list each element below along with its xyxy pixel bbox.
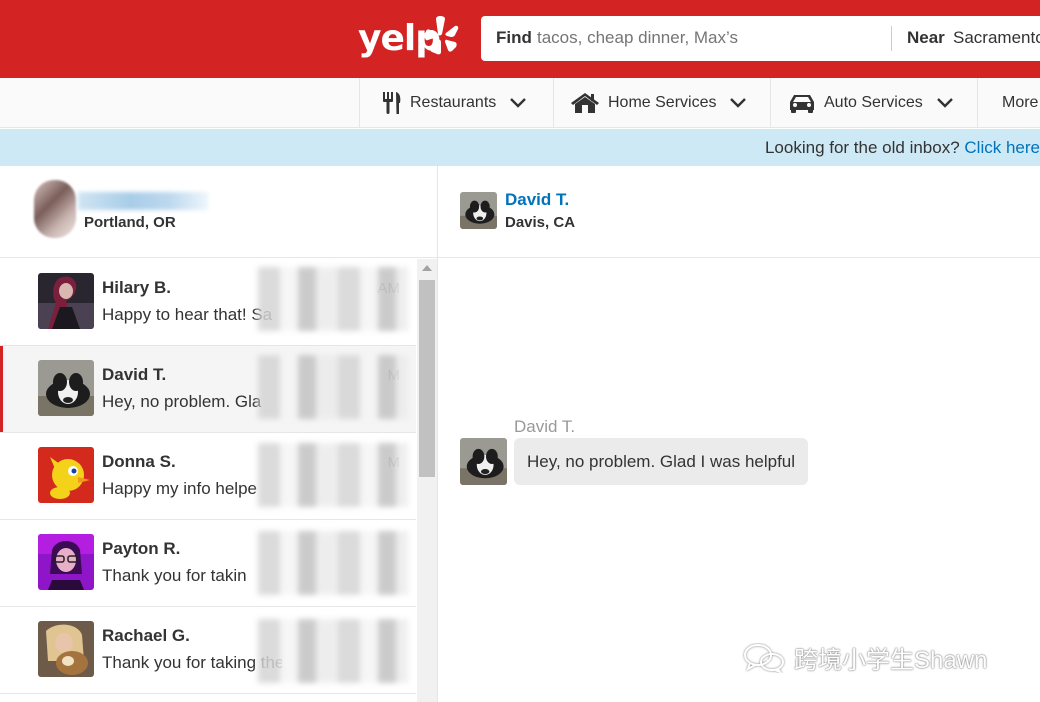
category-more[interactable]: More [977, 78, 1040, 128]
conversation-snippet: Thank you for taking the [102, 653, 282, 672]
old-inbox-link[interactable]: Click here [964, 138, 1040, 157]
wechat-icon [744, 643, 784, 673]
conversation-name: Hilary B. [102, 278, 171, 297]
chevron-down-icon [730, 98, 747, 108]
message-bubble: Hey, no problem. Glad I was helpful [514, 438, 809, 485]
search-bar: Find Near [481, 16, 1040, 61]
scroll-thumb[interactable] [419, 280, 435, 477]
redaction-blur [258, 531, 408, 595]
conversation-panel: Portland, OR Hilary B. Happy to hear tha… [0, 166, 438, 702]
category-home-services[interactable]: Home Services [553, 78, 771, 128]
conversation-snippet: Thank you for takin [102, 566, 247, 585]
find-label: Find [496, 28, 532, 47]
conversation-snippet: Happy my info helpe [102, 479, 257, 498]
chat-header: David T. Davis, CA [438, 166, 1040, 258]
house-icon [571, 93, 599, 113]
category-label: Home Services [608, 94, 717, 111]
category-label: Restaurants [410, 94, 497, 111]
category-label: More [1002, 94, 1039, 111]
watermark: 跨境小学生Shawn [742, 640, 987, 675]
yelp-logo[interactable]: yelp [358, 12, 462, 68]
conversation-name: Rachael G. [102, 626, 190, 645]
category-auto-services[interactable]: Auto Services [770, 78, 978, 128]
avatar[interactable] [460, 192, 497, 229]
redaction-blur [258, 267, 408, 331]
info-banner: Looking for the old inbox? Click here [0, 129, 1040, 166]
conversation-snippet: Happy to hear that! Sa [102, 305, 273, 324]
user-location: Portland, OR [84, 214, 176, 231]
user-name-redacted [78, 192, 208, 210]
conversation-snippet: Hey, no problem. Gla [102, 392, 262, 411]
scroll-up-arrow-icon[interactable] [422, 265, 432, 271]
banner-text-wrap: Looking for the old inbox? Click here [765, 138, 1040, 158]
current-user-header: Portland, OR [0, 166, 437, 258]
conversation-scrollbar[interactable] [417, 259, 437, 702]
redaction-blur [258, 443, 408, 507]
avatar [38, 447, 94, 503]
near-input[interactable] [953, 28, 1040, 48]
conversation-name: David T. [102, 365, 167, 384]
fork-knife-icon [383, 92, 401, 114]
top-header: yelp Find Near [0, 0, 1040, 78]
avatar [38, 360, 94, 416]
watermark-text: 跨境小学生Shawn [794, 647, 988, 674]
conversation-name: Donna S. [102, 452, 176, 471]
conversation-list: Hilary B. Happy to hear that! Sa AM Davi… [0, 259, 416, 702]
near-label: Near [907, 28, 945, 47]
yelp-burst-icon [425, 16, 459, 55]
banner-text: Looking for the old inbox? [764, 138, 960, 157]
chevron-down-icon [510, 98, 527, 108]
car-icon [790, 95, 814, 113]
chevron-down-icon [936, 98, 953, 108]
redaction-blur [258, 619, 408, 683]
avatar [38, 534, 94, 590]
message-sender: David T. [514, 417, 576, 436]
avatar [38, 273, 94, 329]
category-label: Auto Services [824, 94, 923, 111]
search-divider [891, 26, 892, 51]
conversation-name: Payton R. [102, 539, 181, 558]
find-input[interactable] [537, 28, 837, 48]
category-nav: Restaurants Home Services Auto Services … [0, 78, 1040, 128]
category-restaurants[interactable]: Restaurants [359, 78, 554, 128]
chat-contact-name[interactable]: David T. [505, 190, 569, 210]
user-avatar[interactable] [34, 180, 76, 238]
avatar [38, 621, 94, 677]
redaction-blur [258, 355, 408, 419]
chat-contact-location: Davis, CA [505, 214, 576, 231]
avatar[interactable] [460, 438, 507, 485]
chat-panel: David T. Davis, CA David T. Hey, no prob… [438, 166, 1040, 702]
